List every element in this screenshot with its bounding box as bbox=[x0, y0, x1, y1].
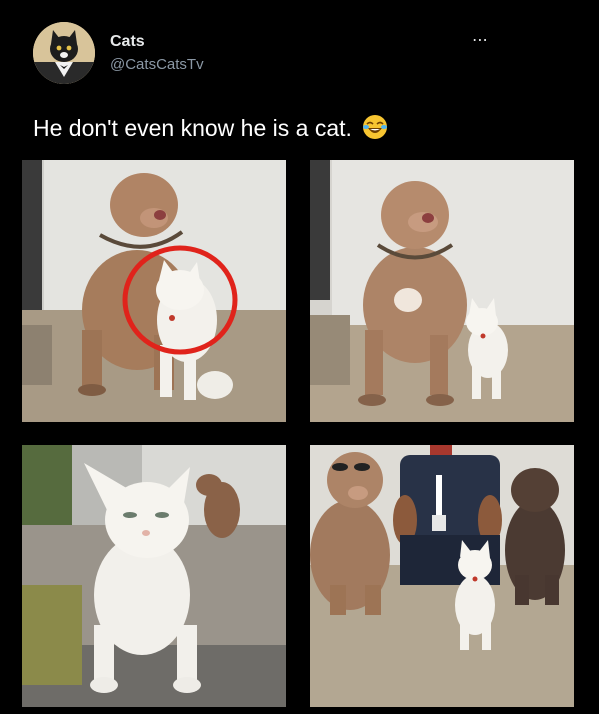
author-name[interactable]: Cats bbox=[110, 33, 145, 51]
tuxedo-cat-avatar-icon bbox=[33, 22, 95, 84]
avatar[interactable] bbox=[33, 22, 95, 84]
face-with-tears-of-joy-icon bbox=[362, 114, 388, 146]
photo-dog-and-cat-circled-icon bbox=[22, 160, 286, 422]
photo-cat-close-up-dog-behind-icon bbox=[22, 445, 286, 707]
author-handle[interactable]: @CatsCatsTv bbox=[110, 56, 204, 73]
tweet-photo-1[interactable] bbox=[22, 160, 286, 422]
tweet-photo-4[interactable] bbox=[310, 445, 574, 707]
tweet-photo-3[interactable] bbox=[22, 445, 286, 707]
more-options-icon[interactable]: ⋯ bbox=[472, 30, 489, 50]
tweet-text: He don't even know he is a cat. bbox=[33, 114, 388, 146]
photo-man-with-two-dogs-and-cat-icon bbox=[310, 445, 574, 707]
photo-dog-and-cat-standing-icon bbox=[310, 160, 574, 422]
tweet-text-body: He don't even know he is a cat. bbox=[33, 115, 352, 141]
tweet-photo-2[interactable] bbox=[310, 160, 574, 422]
